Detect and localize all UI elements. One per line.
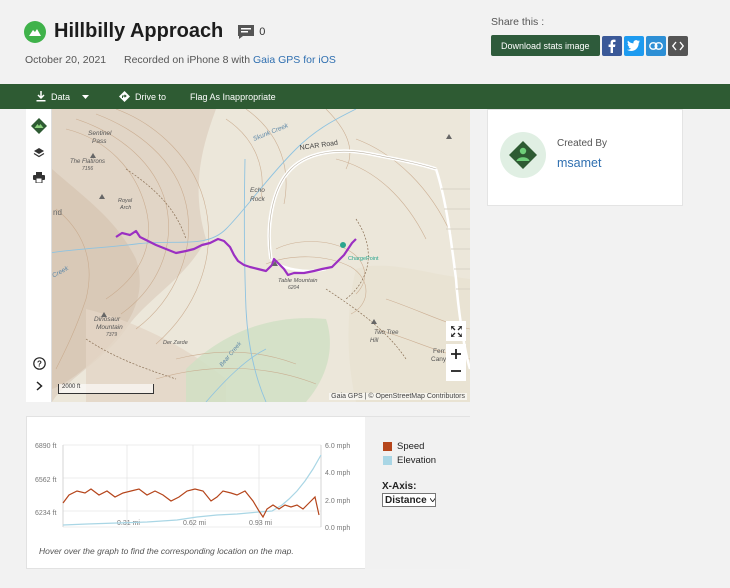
map-label-hill: Hill [370, 338, 379, 344]
comment-count: 0 [259, 25, 266, 38]
graph-canvas[interactable]: 6890 ft 6562 ft 6234 ft 6.0 mph 4.0 mph … [27, 425, 365, 545]
app-link[interactable]: Gaia GPS for iOS [253, 54, 336, 66]
map-label-flatirons-elev: 7156 [82, 166, 93, 172]
created-by-card: Created By msamet [487, 109, 683, 206]
fullscreen-icon [450, 325, 462, 337]
x-axis-selected-value: Distance [385, 494, 427, 506]
facebook-icon[interactable] [601, 35, 622, 56]
y-left-tick-2: 6234 ft [35, 510, 56, 517]
drive-to-label: Drive to [135, 91, 167, 102]
map-scale: 2000 ft [58, 384, 154, 394]
map-label-rock: Rock [250, 196, 266, 203]
legend-speed-label: Speed [397, 441, 425, 452]
recorded-with: Recorded on iPhone 8 with [123, 54, 251, 66]
help-icon: ? [32, 356, 46, 370]
map-toolbar: ? [26, 109, 52, 402]
svg-text:?: ? [37, 359, 42, 368]
header: Hillbilly Approach 0 October 20, 2021 Re… [0, 0, 730, 84]
x-axis-select[interactable]: Distance [382, 493, 436, 507]
map-label-ferr: Ferr [433, 348, 446, 355]
code-icon[interactable] [667, 35, 688, 56]
map-label-echo: Echo [250, 187, 265, 194]
map-label-dinosaur-elev: 7379 [106, 332, 117, 338]
x-axis-label: X-Axis: [382, 481, 417, 492]
chevron-down-icon [429, 498, 435, 502]
comment-icon[interactable] [237, 24, 255, 40]
legend-elevation-label: Elevation [397, 455, 437, 466]
y-right-tick-3: 0.0 mph [325, 525, 350, 532]
flag-label: Flag As Inappropriate [190, 91, 276, 102]
graph-legend-panel: Speed Elevation X-Axis: Distance [365, 417, 470, 569]
action-bar: Data Drive to Flag As Inappropriate [0, 84, 730, 109]
share-label: Share this : [491, 16, 545, 28]
plus-icon [451, 349, 461, 359]
legend-elevation-swatch [383, 456, 392, 465]
map-view[interactable]: Sentinel Pass The Flatirons 7156 Royal A… [26, 109, 470, 402]
map-label-flatirons: The Flatirons [70, 159, 105, 165]
y-right-tick-1: 4.0 mph [325, 470, 350, 477]
y-right-tick-0: 6.0 mph [325, 443, 350, 450]
recording-meta: October 20, 2021 Recorded on iPhone 8 wi… [25, 54, 336, 66]
map-label-dinosaur: Dinosaur [94, 316, 121, 323]
map-label-charge-point: ChargePoint [348, 256, 379, 262]
print-icon [33, 171, 45, 183]
map-label-two-tree: Two Tree [374, 330, 399, 336]
directions-icon [119, 91, 131, 102]
map-label-der-zarde: Der Zarde [163, 340, 188, 346]
x-tick-1: 0.62 mi [183, 520, 206, 527]
gaia-layer-icon [31, 118, 47, 134]
data-menu-label: Data [51, 91, 71, 102]
y-left-tick-1: 6562 ft [35, 477, 56, 484]
activity-page: Hillbilly Approach 0 October 20, 2021 Re… [0, 0, 730, 588]
page-title: Hillbilly Approach [54, 20, 224, 42]
speed-line [62, 488, 320, 519]
elevation-speed-graph: 6890 ft 6562 ft 6234 ft 6.0 mph 4.0 mph … [26, 416, 470, 569]
fullscreen-button[interactable] [446, 321, 466, 341]
created-by-label: Created By [557, 138, 608, 149]
y-right-tick-2: 2.0 mph [325, 498, 350, 505]
share-panel: Share this : Download stats image [491, 16, 688, 56]
download-stats-button[interactable]: Download stats image [491, 35, 600, 56]
legend-elevation[interactable]: Elevation [383, 455, 436, 466]
x-tick-2: 0.93 mi [249, 520, 272, 527]
graph-hover-note: Hover over the graph to find the corresp… [39, 546, 294, 556]
recording-date: October 20, 2021 [25, 54, 107, 66]
map-label-table-mountain-elev: 6204 [288, 285, 299, 291]
print-button[interactable] [30, 168, 48, 186]
map-label-sentinel: Sentinel [88, 130, 112, 137]
chevron-down-icon [82, 94, 90, 99]
download-icon [36, 91, 46, 102]
layers-icon [33, 148, 45, 158]
map-layers-gaia-button[interactable] [30, 117, 48, 135]
map-label-arch: Arch [119, 205, 131, 211]
map-label-royal: Royal [118, 198, 133, 204]
legend-speed[interactable]: Speed [383, 441, 424, 452]
map-label-mountain: Mountain [96, 324, 123, 331]
data-menu[interactable]: Data [36, 91, 90, 102]
gaia-logo-icon [24, 20, 46, 43]
share-buttons: Download stats image [491, 35, 688, 56]
chevron-right-icon [36, 381, 43, 391]
map-label-table-mountain: Table Mountain [278, 278, 317, 284]
user-avatar-icon [509, 141, 537, 169]
x-tick-0: 0.31 mi [117, 520, 140, 527]
minus-icon [451, 370, 461, 372]
link-icon[interactable] [645, 35, 666, 56]
map-label-pass: Pass [92, 138, 107, 145]
y-left-tick-0: 6890 ft [35, 443, 56, 450]
avatar[interactable] [500, 132, 546, 178]
map-attribution: Gaia GPS | © OpenStreetMap Contributors [329, 393, 467, 400]
twitter-icon[interactable] [623, 35, 644, 56]
map-label-edge: nd [53, 208, 62, 217]
drive-to-button[interactable]: Drive to [119, 91, 166, 102]
legend-speed-swatch [383, 442, 392, 451]
help-button[interactable]: ? [30, 354, 48, 372]
creator-name-link[interactable]: msamet [557, 156, 601, 170]
expand-panel-button[interactable] [30, 377, 48, 395]
map-canvas: Sentinel Pass The Flatirons 7156 Royal A… [26, 109, 470, 402]
flag-button[interactable]: Flag As Inappropriate [190, 92, 276, 102]
title-row: Hillbilly Approach 0 [24, 20, 265, 43]
zoom-out-button[interactable] [446, 361, 466, 381]
layers-button[interactable] [30, 144, 48, 162]
